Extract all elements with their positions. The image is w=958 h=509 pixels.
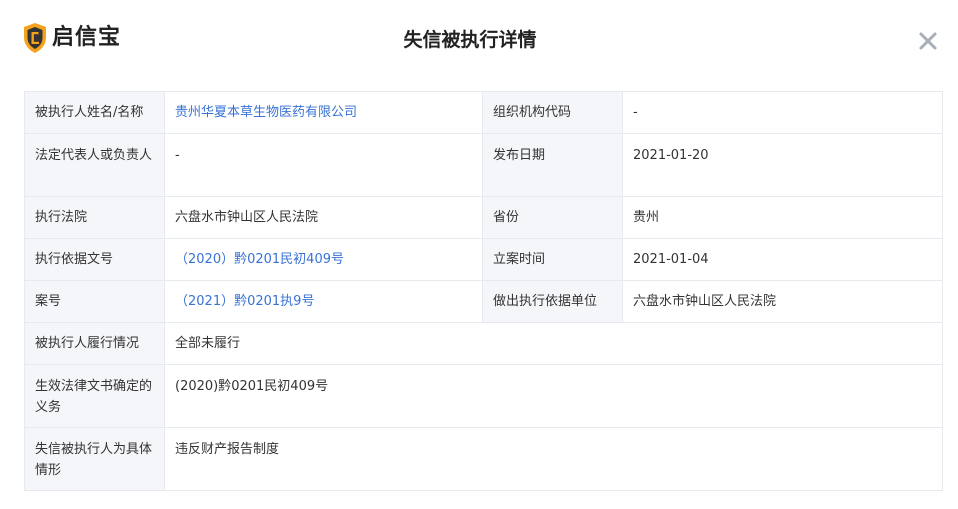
basis-doc-no-value: （2020）黔0201民初409号 <box>164 238 483 281</box>
obligation-value: (2020)黔0201民初409号 <box>164 364 943 428</box>
performance-label: 被执行人履行情况 <box>24 322 165 365</box>
court-value: 六盘水市钟山区人民法院 <box>164 196 483 239</box>
filing-date-value: 2021-01-04 <box>622 238 943 281</box>
close-icon[interactable] <box>914 27 942 55</box>
table-row: 被执行人姓名/名称 贵州华夏本草生物医药有限公司 组织机构代码 - <box>24 91 943 134</box>
table-row: 被执行人履行情况 全部未履行 <box>24 322 943 365</box>
situation-label: 失信被执行人为具体情形 <box>24 427 165 491</box>
filing-date-label: 立案时间 <box>482 238 623 281</box>
situation-value: 违反财产报告制度 <box>164 427 943 491</box>
case-no-label: 案号 <box>24 280 165 323</box>
legal-rep-label: 法定代表人或负责人 <box>24 133 165 197</box>
court-label: 执行法院 <box>24 196 165 239</box>
table-row: 执行依据文号 （2020）黔0201民初409号 立案时间 2021-01-04 <box>24 238 943 281</box>
executed-name-value: 贵州华夏本草生物医药有限公司 <box>164 91 483 134</box>
executed-name-label: 被执行人姓名/名称 <box>24 91 165 134</box>
dialog-title: 失信被执行详情 <box>403 29 537 51</box>
org-code-label: 组织机构代码 <box>482 91 623 134</box>
org-code-value: - <box>622 91 943 134</box>
basis-doc-no-label: 执行依据文号 <box>24 238 165 281</box>
table-row: 案号 （2021）黔0201执9号 做出执行依据单位 六盘水市钟山区人民法院 <box>24 280 943 323</box>
basis-unit-label: 做出执行依据单位 <box>482 280 623 323</box>
table-row: 失信被执行人为具体情形 违反财产报告制度 <box>24 427 943 491</box>
dialog-header: 启信宝 失信被执行详情 <box>0 0 958 80</box>
case-no-value: （2021）黔0201执9号 <box>164 280 483 323</box>
legal-rep-value: - <box>164 133 483 197</box>
table-row: 执行法院 六盘水市钟山区人民法院 省份 贵州 <box>24 196 943 239</box>
performance-value: 全部未履行 <box>164 322 943 365</box>
table-row: 法定代表人或负责人 - 发布日期 2021-01-20 <box>24 133 943 197</box>
table-row: 生效法律文书确定的义务 (2020)黔0201民初409号 <box>24 364 943 428</box>
detail-table: 被执行人姓名/名称 贵州华夏本草生物医药有限公司 组织机构代码 - 法定代表人或… <box>24 91 943 491</box>
publish-date-value: 2021-01-20 <box>622 133 943 197</box>
province-value: 贵州 <box>622 196 943 239</box>
obligation-label: 生效法律文书确定的义务 <box>24 364 165 428</box>
publish-date-label: 发布日期 <box>482 133 623 197</box>
basis-unit-value: 六盘水市钟山区人民法院 <box>622 280 943 323</box>
province-label: 省份 <box>482 196 623 239</box>
case-no-link[interactable]: （2021）黔0201执9号 <box>175 294 314 309</box>
basis-doc-link[interactable]: （2020）黔0201民初409号 <box>175 252 344 267</box>
company-link[interactable]: 贵州华夏本草生物医药有限公司 <box>175 105 357 120</box>
